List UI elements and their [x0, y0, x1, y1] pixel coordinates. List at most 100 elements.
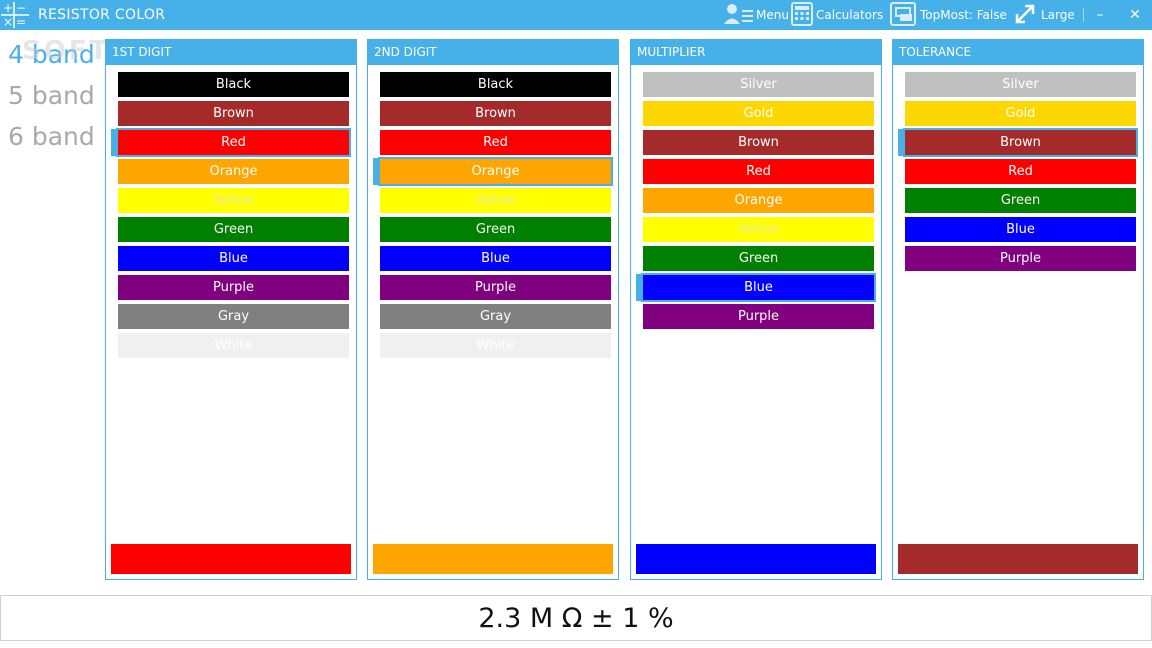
color-swatch[interactable]: Red	[643, 159, 874, 184]
color-option-green[interactable]: Green	[631, 246, 881, 275]
resize-icon	[1013, 2, 1037, 29]
color-option-red[interactable]: Red	[631, 159, 881, 188]
calculators-button[interactable]: Calculators	[790, 1, 884, 29]
size-button[interactable]: Large	[1013, 3, 1075, 27]
minimize-button[interactable]: –	[1090, 5, 1110, 25]
color-option-white[interactable]: White	[368, 333, 618, 362]
color-swatch[interactable]: Green	[643, 246, 874, 271]
menu-label: Menu	[756, 8, 789, 22]
color-swatch[interactable]: Black	[118, 72, 349, 97]
menu-button[interactable]: Menu	[722, 3, 789, 27]
topmost-button[interactable]: TopMost: False	[890, 1, 1007, 29]
color-option-brown[interactable]: Brown	[631, 130, 881, 159]
color-option-black[interactable]: Black	[368, 72, 618, 101]
color-swatch[interactable]: White	[380, 333, 611, 358]
color-swatch[interactable]: Blue	[380, 246, 611, 271]
color-swatch[interactable]: Purple	[118, 275, 349, 300]
color-option-purple[interactable]: Purple	[106, 275, 356, 304]
color-swatch[interactable]: Yellow	[118, 188, 349, 213]
color-option-blue[interactable]: Blue	[893, 217, 1143, 246]
color-option-green[interactable]: Green	[893, 188, 1143, 217]
color-option-purple[interactable]: Purple	[368, 275, 618, 304]
color-list: Black Brown Red Orange Yellow Green Blue Purple…	[106, 72, 356, 362]
color-swatch[interactable]: Blue	[641, 273, 876, 302]
panel-title: 2ND DIGIT	[368, 40, 618, 65]
color-option-gold[interactable]: Gold	[631, 101, 881, 130]
band-option-6[interactable]: 6 band	[8, 122, 95, 163]
color-option-yellow[interactable]: Yellow	[631, 217, 881, 246]
color-option-silver[interactable]: Silver	[631, 72, 881, 101]
color-option-red[interactable]: Red	[368, 130, 618, 159]
color-option-yellow[interactable]: Yellow	[368, 188, 618, 217]
color-swatch[interactable]: Brown	[903, 128, 1138, 157]
color-option-purple[interactable]: Purple	[893, 246, 1143, 275]
color-swatch[interactable]: Yellow	[643, 217, 874, 242]
color-option-gray[interactable]: Gray	[106, 304, 356, 333]
color-option-blue[interactable]: Blue	[106, 246, 356, 275]
color-option-orange[interactable]: Orange	[368, 157, 618, 188]
window-pin-icon	[890, 1, 918, 29]
color-swatch[interactable]: Red	[116, 128, 351, 157]
color-swatch[interactable]: Silver	[643, 72, 874, 97]
color-swatch[interactable]: Orange	[643, 188, 874, 213]
selected-color-bar	[636, 544, 876, 574]
color-option-brown[interactable]: Brown	[106, 101, 356, 130]
color-swatch[interactable]: Green	[118, 217, 349, 242]
color-option-gold[interactable]: Gold	[893, 101, 1143, 130]
color-swatch[interactable]: Yellow	[380, 188, 611, 213]
color-swatch[interactable]: Green	[905, 188, 1136, 213]
color-list: Silver Gold Brown Red Green Blue Purple	[893, 72, 1143, 275]
color-swatch[interactable]: Purple	[380, 275, 611, 300]
color-swatch[interactable]: Blue	[905, 217, 1136, 242]
color-option-green[interactable]: Green	[106, 217, 356, 246]
color-option-orange[interactable]: Orange	[106, 159, 356, 188]
color-swatch[interactable]: Brown	[380, 101, 611, 126]
color-option-blue[interactable]: Blue	[631, 273, 881, 304]
color-option-orange[interactable]: Orange	[631, 188, 881, 217]
color-swatch[interactable]: Silver	[905, 72, 1136, 97]
selected-color-bar	[373, 544, 613, 574]
color-option-brown[interactable]: Brown	[368, 101, 618, 130]
color-option-brown[interactable]: Brown	[893, 128, 1143, 159]
color-option-gray[interactable]: Gray	[368, 304, 618, 333]
color-option-yellow[interactable]: Yellow	[106, 188, 356, 217]
color-option-green[interactable]: Green	[368, 217, 618, 246]
calculator-app-icon: + − × =	[0, 1, 30, 29]
color-option-red[interactable]: Red	[893, 159, 1143, 188]
color-option-white[interactable]: White	[106, 333, 356, 362]
color-swatch[interactable]: Gold	[643, 101, 874, 126]
color-option-purple[interactable]: Purple	[631, 304, 881, 333]
close-button[interactable]: ✕	[1125, 5, 1145, 25]
band-option-5[interactable]: 5 band	[8, 81, 95, 122]
panel-title: MULTIPLIER	[631, 40, 881, 65]
color-option-silver[interactable]: Silver	[893, 72, 1143, 101]
color-option-red[interactable]: Red	[106, 128, 356, 159]
color-swatch[interactable]: Purple	[905, 246, 1136, 271]
selection-marker	[373, 158, 378, 185]
color-swatch[interactable]: Gold	[905, 101, 1136, 126]
calculators-label: Calculators	[816, 8, 884, 22]
color-swatch[interactable]: White	[118, 333, 349, 358]
color-option-blue[interactable]: Blue	[368, 246, 618, 275]
color-swatch[interactable]: Brown	[643, 130, 874, 155]
color-swatch[interactable]: Orange	[378, 157, 613, 186]
panel-tolerance: TOLERANCE Silver Gold Brown Red Green Blue Pur…	[892, 39, 1144, 580]
color-swatch[interactable]: Blue	[118, 246, 349, 271]
color-swatch[interactable]: Gray	[118, 304, 349, 329]
svg-text:=: =	[16, 15, 26, 29]
band-option-4[interactable]: 4 band	[8, 40, 95, 81]
color-swatch[interactable]: Black	[380, 72, 611, 97]
color-swatch[interactable]: Red	[380, 130, 611, 155]
color-list: Silver Gold Brown Red Orange Yellow Green Blue P…	[631, 72, 881, 333]
color-swatch[interactable]: Green	[380, 217, 611, 242]
resistance-result: 2.3 M Ω ± 1 %	[0, 595, 1152, 641]
color-swatch[interactable]: Brown	[118, 101, 349, 126]
color-option-black[interactable]: Black	[106, 72, 356, 101]
band-selector: 4 band 5 band 6 band	[8, 40, 95, 163]
color-swatch[interactable]: Purple	[643, 304, 874, 329]
color-swatch[interactable]: Gray	[380, 304, 611, 329]
color-swatch[interactable]: Red	[905, 159, 1136, 184]
color-swatch[interactable]: Orange	[118, 159, 349, 184]
calculator-icon	[790, 1, 814, 29]
color-list: Black Brown Red Orange Yellow Green Blue Purple…	[368, 72, 618, 362]
